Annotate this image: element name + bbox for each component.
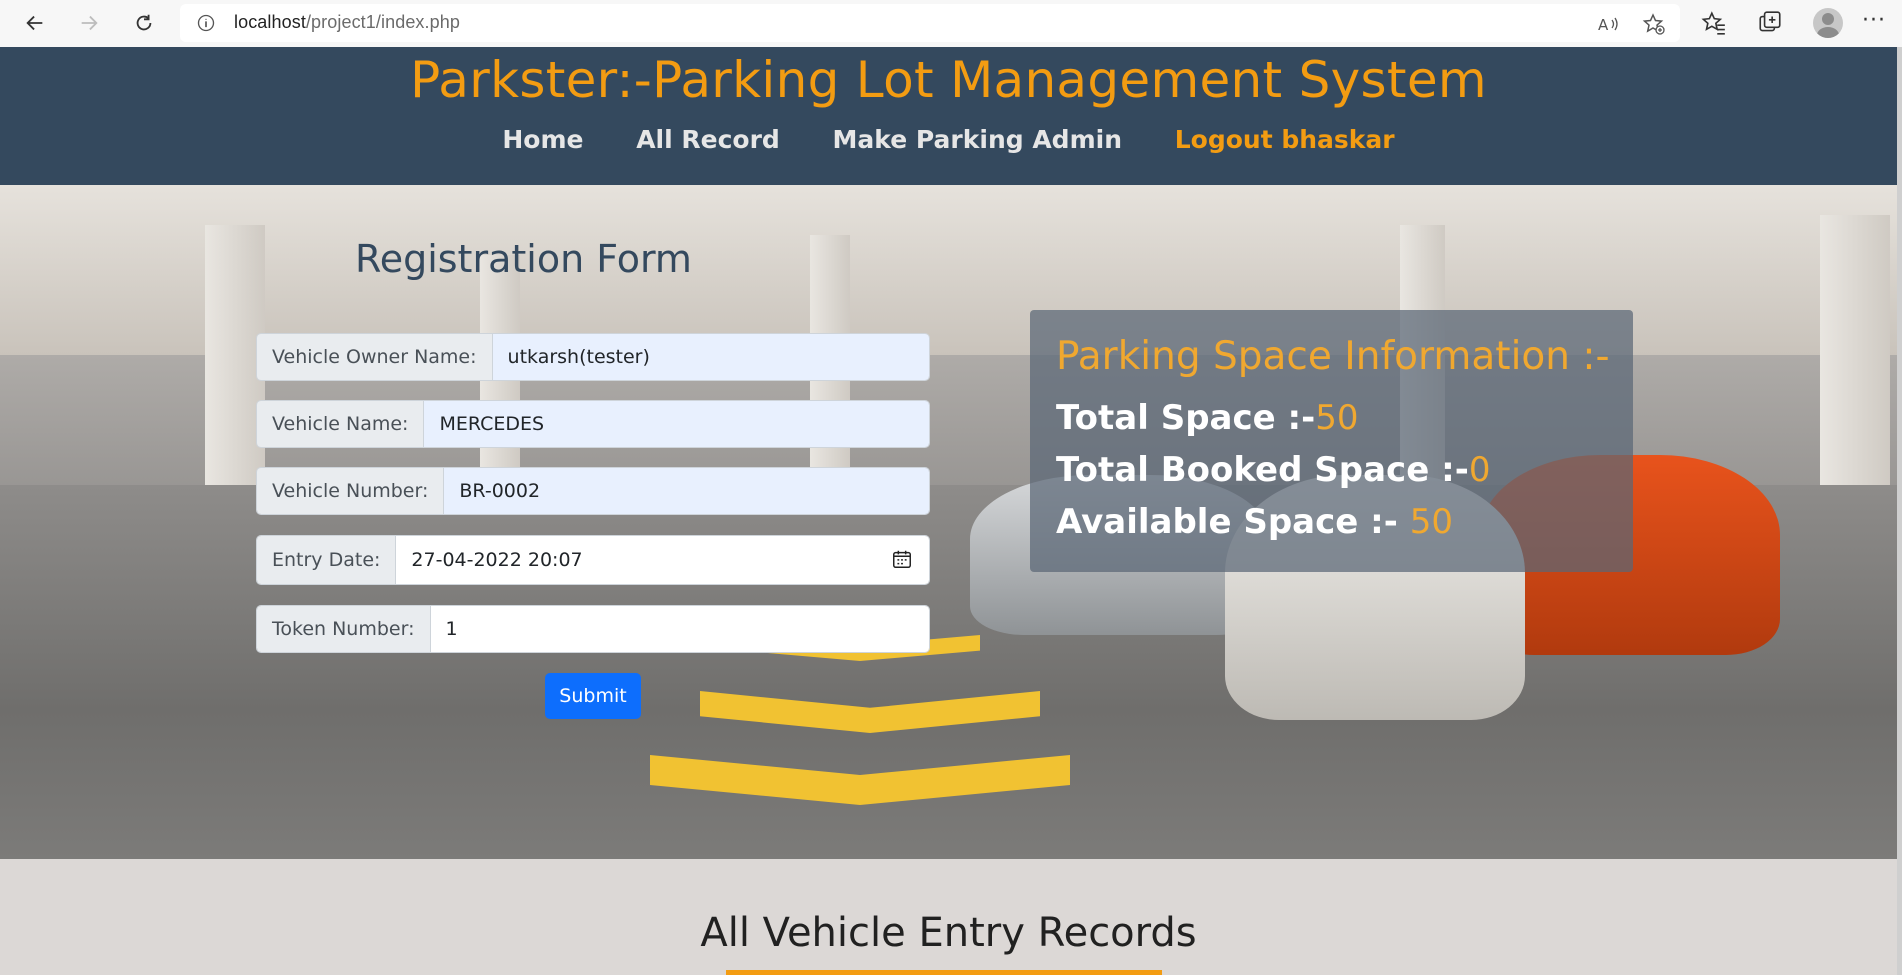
entry-date-label: Entry Date: bbox=[257, 536, 397, 584]
favorites-icon[interactable] bbox=[1701, 10, 1727, 36]
total-space-line: Total Space :-50 bbox=[1056, 398, 1359, 438]
records-title-underline bbox=[726, 970, 1162, 975]
booked-space-value: 0 bbox=[1468, 450, 1491, 490]
svg-text:A: A bbox=[1598, 16, 1609, 34]
available-space-value: 50 bbox=[1409, 502, 1453, 542]
entry-date-field: Entry Date: bbox=[256, 535, 930, 585]
submit-button[interactable]: Submit bbox=[545, 673, 641, 719]
token-number-input[interactable] bbox=[430, 606, 929, 652]
info-icon[interactable] bbox=[196, 13, 216, 33]
form-title: Registration Form bbox=[355, 237, 692, 281]
vehicle-number-input[interactable] bbox=[444, 468, 929, 514]
parking-space-info-card: Parking Space Information :- Total Space… bbox=[1030, 310, 1633, 572]
profile-avatar[interactable] bbox=[1813, 8, 1843, 38]
back-arrow-icon bbox=[26, 15, 43, 31]
owner-name-input[interactable] bbox=[492, 334, 929, 380]
entry-date-input[interactable] bbox=[396, 536, 929, 584]
owner-name-label: Vehicle Owner Name: bbox=[257, 334, 493, 380]
site-title: Parkster:-Parking Lot Management System bbox=[410, 51, 1487, 109]
reload-button[interactable] bbox=[129, 8, 159, 38]
nav-all-record[interactable]: All Record bbox=[636, 125, 780, 154]
site-header: Parkster:-Parking Lot Management System … bbox=[0, 47, 1897, 185]
browser-toolbar: localhost/project1/index.php A ··· bbox=[0, 0, 1902, 48]
owner-name-field: Vehicle Owner Name: bbox=[256, 333, 930, 381]
total-space-label: Total Space :- bbox=[1056, 398, 1316, 438]
total-space-value: 50 bbox=[1315, 398, 1359, 438]
add-favorite-icon[interactable] bbox=[1642, 12, 1666, 36]
nav-logout[interactable]: Logout bhaskar bbox=[1175, 125, 1395, 154]
url-text[interactable]: localhost/project1/index.php bbox=[234, 12, 460, 33]
info-title: Parking Space Information :- bbox=[1056, 334, 1610, 379]
nav-make-parking-admin[interactable]: Make Parking Admin bbox=[833, 125, 1122, 154]
available-space-label: Available Space :- bbox=[1056, 502, 1410, 542]
token-number-label: Token Number: bbox=[257, 606, 431, 652]
available-space-line: Available Space :- 50 bbox=[1056, 502, 1453, 542]
collections-icon[interactable] bbox=[1757, 10, 1783, 36]
booked-space-label: Total Booked Space :- bbox=[1056, 450, 1469, 490]
vehicle-name-input[interactable] bbox=[424, 401, 929, 447]
token-number-field: Token Number: bbox=[256, 605, 930, 653]
calendar-icon[interactable] bbox=[891, 548, 913, 570]
forward-arrow-icon bbox=[81, 15, 98, 31]
address-bar[interactable]: localhost/project1/index.php A bbox=[180, 4, 1680, 42]
url-host: localhost bbox=[234, 12, 306, 32]
vehicle-name-label: Vehicle Name: bbox=[257, 401, 425, 447]
page-scrollbar[interactable] bbox=[1897, 47, 1902, 975]
nav-home[interactable]: Home bbox=[502, 125, 583, 154]
records-title: All Vehicle Entry Records bbox=[700, 910, 1197, 956]
reload-icon bbox=[136, 14, 152, 31]
vehicle-number-field: Vehicle Number: bbox=[256, 467, 930, 515]
vehicle-number-label: Vehicle Number: bbox=[257, 468, 445, 514]
back-button[interactable] bbox=[20, 8, 50, 38]
read-aloud-icon[interactable]: A bbox=[1596, 12, 1620, 36]
main-nav: Home All Record Make Parking Admin Logou… bbox=[0, 125, 1897, 154]
booked-space-line: Total Booked Space :-0 bbox=[1056, 450, 1490, 490]
forward-button[interactable] bbox=[74, 8, 104, 38]
settings-more-icon[interactable]: ··· bbox=[1862, 8, 1886, 33]
url-path: /project1/index.php bbox=[305, 12, 460, 32]
vehicle-name-field: Vehicle Name: bbox=[256, 400, 930, 448]
